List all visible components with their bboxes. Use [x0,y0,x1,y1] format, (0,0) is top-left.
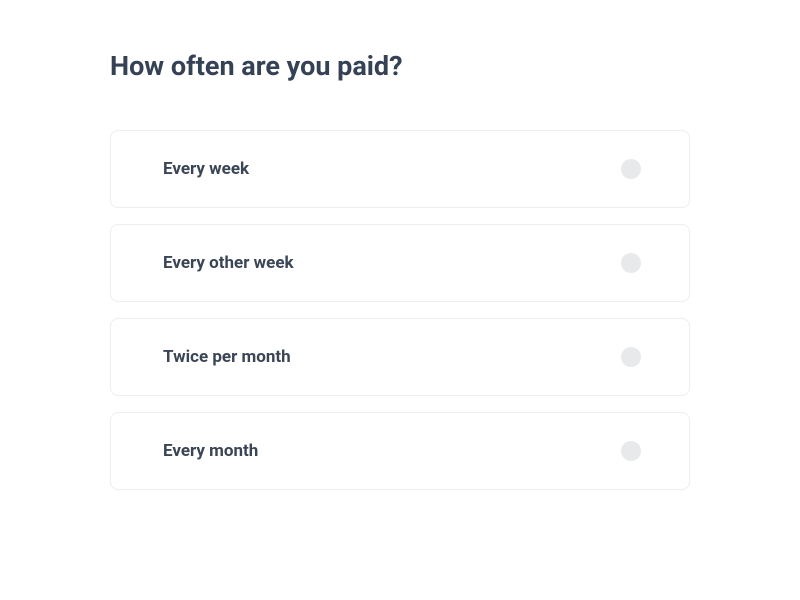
page-title: How often are you paid? [110,50,690,82]
radio-icon [621,253,641,273]
option-twice-per-month[interactable]: Twice per month [110,318,690,396]
radio-icon [621,159,641,179]
option-label: Every month [163,441,258,461]
radio-icon [621,441,641,461]
option-every-week[interactable]: Every week [110,130,690,208]
option-every-month[interactable]: Every month [110,412,690,490]
option-label: Every other week [163,253,294,273]
option-label: Twice per month [163,347,291,367]
option-label: Every week [163,159,249,179]
radio-icon [621,347,641,367]
frequency-options: Every week Every other week Twice per mo… [110,130,690,490]
option-every-other-week[interactable]: Every other week [110,224,690,302]
